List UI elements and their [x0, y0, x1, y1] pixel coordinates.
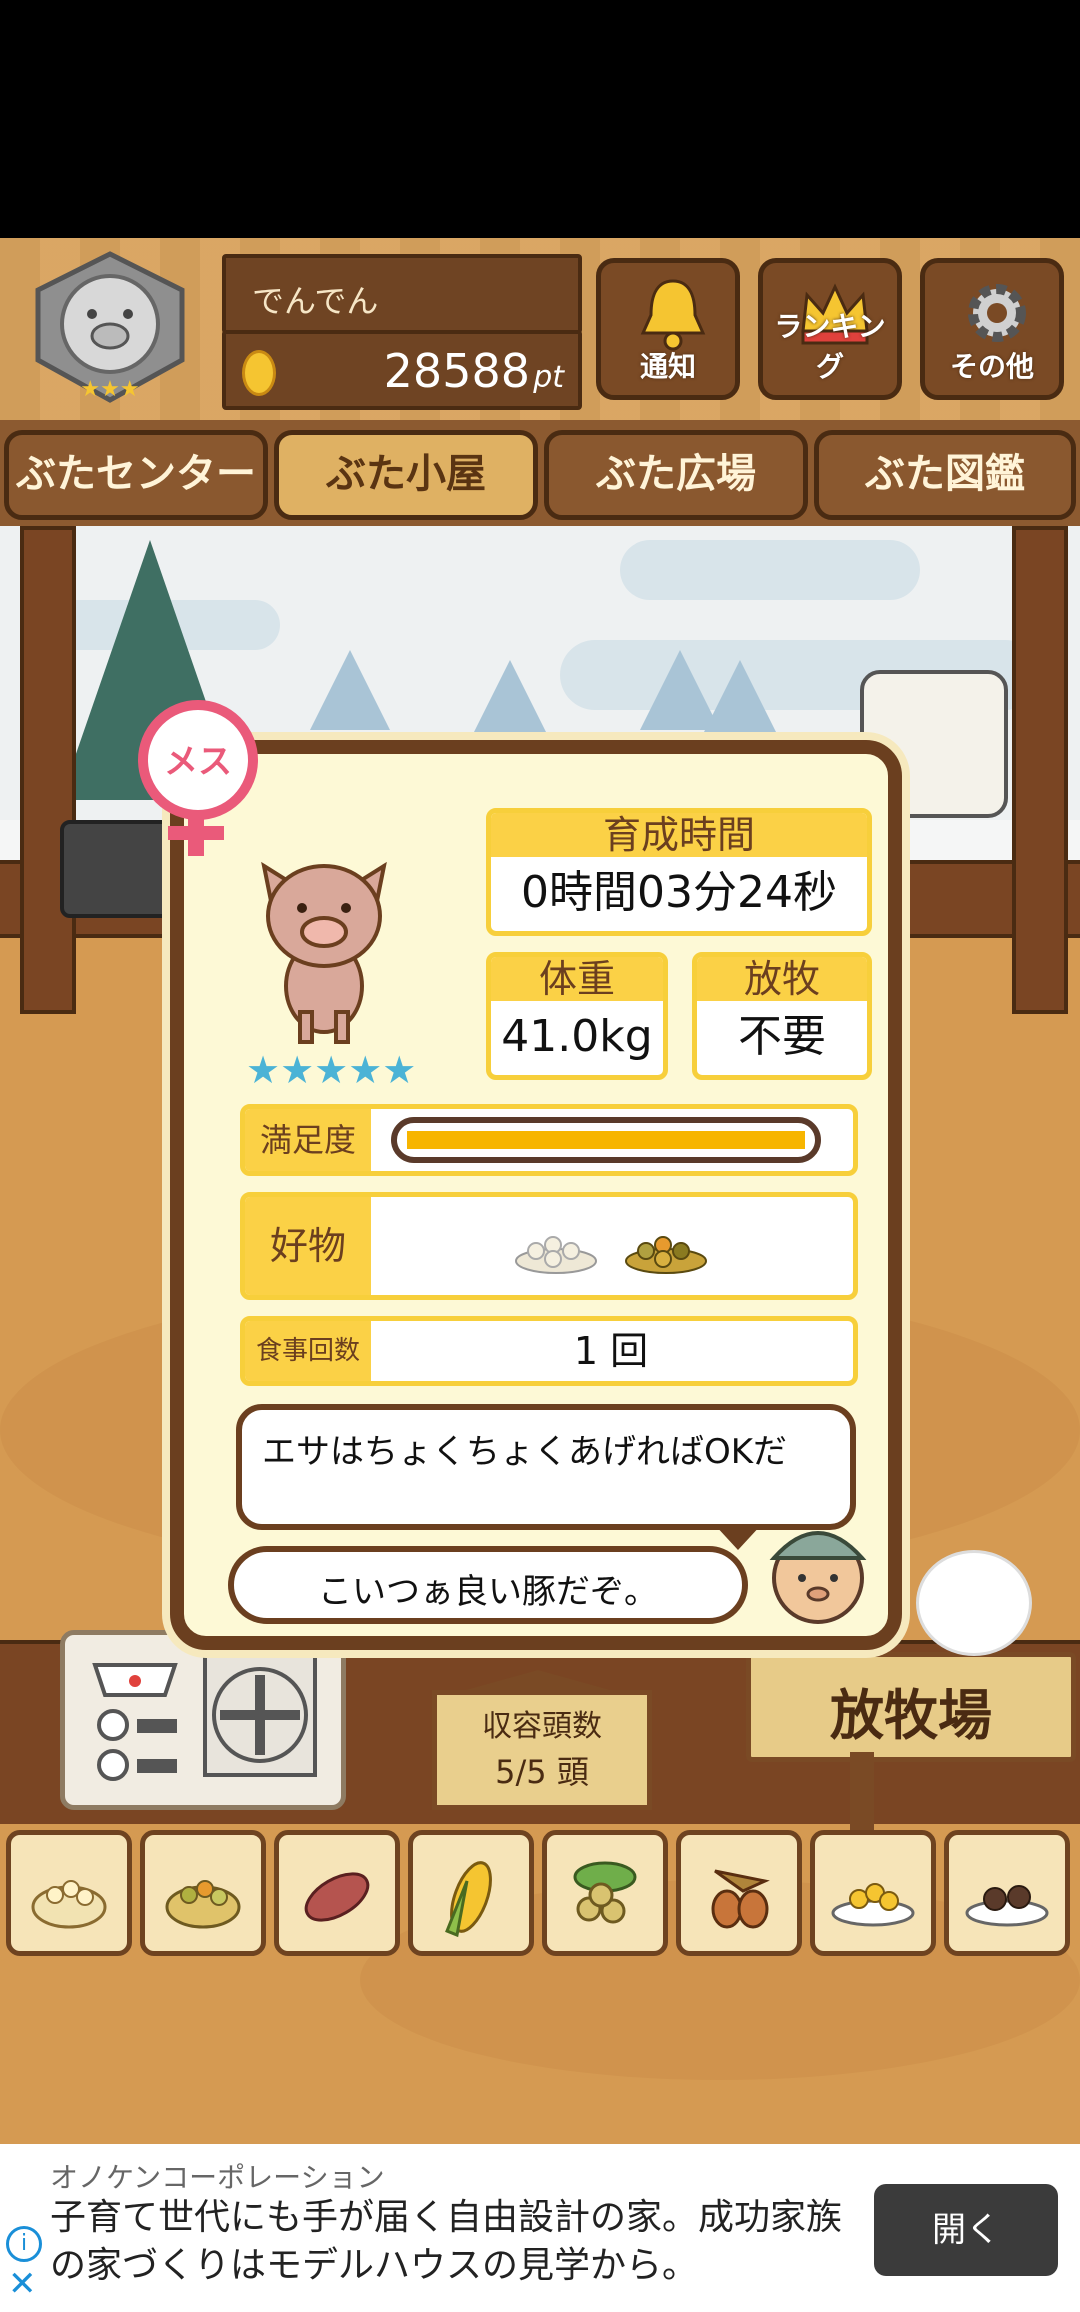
ranking-label: ランキング: [774, 310, 886, 383]
gender-label: メス: [164, 742, 232, 782]
tab-buta-plaza[interactable]: ぶた広場: [544, 430, 808, 520]
satisfaction-row: 満足度: [240, 1104, 858, 1176]
tab-buta-center[interactable]: ぶたセンター: [4, 430, 268, 520]
weight-box: 体重 41.0kg: [486, 952, 668, 1080]
capacity-sign: 収容頭数 5/5 頭: [432, 1690, 652, 1810]
pasture-label: 放牧場: [830, 1684, 992, 1747]
bird-icon: [916, 1550, 1032, 1656]
chestnut-plate-icon: [965, 1885, 1049, 1927]
acorn-icon: [711, 1869, 770, 1929]
weight-value: 41.0kg: [501, 1011, 653, 1062]
food-item-beans[interactable]: [542, 1830, 668, 1956]
star-rating: ★★★★★: [246, 1048, 417, 1092]
svg-text:★★★: ★★★: [80, 377, 139, 402]
gear-icon: [968, 284, 1026, 342]
points-unit: pt: [533, 360, 564, 395]
satisfaction-label: 満足度: [245, 1109, 371, 1171]
coin-icon: [242, 350, 276, 396]
gate-post: [20, 526, 76, 1014]
corn-icon: [445, 1861, 492, 1938]
username-box: でんでん: [222, 254, 582, 334]
growth-time-label: 育成時間: [491, 813, 867, 857]
weight-label: 体重: [491, 957, 663, 1001]
mixed-grain-icon: [165, 1880, 241, 1929]
farmer-comment-bubble: こいつぁ良い豚だぞ。: [228, 1546, 748, 1624]
favorite-label: 好物: [245, 1197, 371, 1295]
tree: [700, 660, 780, 740]
gender-cross: [168, 826, 224, 840]
farmer-comment: こいつぁ良い豚だぞ。: [318, 1572, 658, 1612]
ad-advertiser: オノケンコーポレーション: [50, 2161, 385, 2194]
ad-close-icon[interactable]: ✕: [8, 2264, 37, 2304]
points-value: 28588: [383, 344, 530, 398]
meal-count-row: 食事回数 1 回: [240, 1316, 858, 1386]
rarity-stars: ★★★★★: [246, 1048, 418, 1092]
corn-plate-icon: [831, 1883, 915, 1927]
gate-post: [1012, 526, 1068, 1014]
food-item-acorn[interactable]: [676, 1830, 802, 1956]
grazing-value: 不要: [738, 1011, 826, 1062]
fan-scale-icon: [92, 1653, 317, 1781]
notification-label: 通知: [639, 350, 696, 383]
grazing-box: 放牧 不要: [692, 952, 872, 1080]
tab-buta-barn[interactable]: ぶた小屋: [274, 430, 538, 520]
capacity-label: 収容頭数: [482, 1709, 602, 1744]
status-bar-area: [0, 0, 1080, 238]
pig-icon: [261, 861, 387, 1044]
pasture-sign[interactable]: 放牧場: [746, 1652, 1076, 1762]
grain-pile-icon: [515, 1236, 597, 1274]
meal-count-label: 食事回数: [245, 1321, 371, 1381]
player-badge[interactable]: ★★★: [22, 250, 198, 410]
ad-open-button[interactable]: 開く: [874, 2184, 1058, 2276]
satisfaction-bar-fill: [407, 1131, 805, 1149]
ranking-button[interactable]: ランキング: [758, 258, 902, 400]
settings-button[interactable]: その他: [920, 258, 1064, 400]
growth-time-value: 0時間03分24秒: [521, 867, 837, 918]
bell-icon: [640, 279, 706, 351]
growth-time-box: 育成時間 0時間03分24秒: [486, 808, 872, 936]
tree: [470, 660, 550, 740]
favorite-food-row: 好物: [240, 1192, 858, 1300]
mixed-grain-icon: [625, 1236, 707, 1274]
grain-pile-icon: [31, 1880, 107, 1929]
food-item-grain[interactable]: [6, 1830, 132, 1956]
cloud: [620, 540, 920, 600]
notification-button[interactable]: 通知: [596, 258, 740, 400]
farmer-icon: [769, 1531, 867, 1624]
female-badge: メス: [138, 700, 258, 820]
tree: [310, 650, 390, 730]
food-item-chestnut-plate[interactable]: [944, 1830, 1070, 1956]
ad-message: 子育て世代にも手が届く自由設計の家。成功家族の家づくりはモデルハウスの見学から。: [50, 2197, 843, 2286]
advice-text: エサはちょくちょくあげればOKだ: [262, 1432, 788, 1472]
points-box: 28588 pt: [222, 330, 582, 410]
sign-post: [850, 1752, 874, 1832]
satisfaction-bar: [391, 1117, 821, 1163]
beans-icon: [573, 1861, 637, 1924]
food-item-mixed-grain[interactable]: [140, 1830, 266, 1956]
meal-count-value: 1 回: [573, 1329, 649, 1373]
ad-banner[interactable]: オノケンコーポレーション 子育て世代にも手が届く自由設計の家。成功家族の家づくり…: [0, 2144, 1080, 2312]
bubble-tail: [714, 1524, 762, 1550]
pig-detail-card: ★★★★★ 育成時間 0時間03分24秒 体重 41.0kg 放牧 不要 満足度…: [170, 740, 902, 1650]
pig-badge-icon: ★★★: [35, 251, 185, 403]
username: でんでん: [252, 282, 379, 320]
food-item-corn[interactable]: [408, 1830, 534, 1956]
ad-info-icon[interactable]: i: [6, 2226, 42, 2262]
sweet-potato-icon: [304, 1872, 370, 1922]
grazing-label: 放牧: [697, 957, 867, 1001]
tab-buta-encyclopedia[interactable]: ぶた図鑑: [814, 430, 1076, 520]
camera-icon[interactable]: [60, 820, 178, 918]
capacity-value: 5/5 頭: [495, 1753, 589, 1791]
settings-label: その他: [949, 350, 1034, 383]
scale-machine[interactable]: [60, 1630, 346, 1810]
food-item-corn-plate[interactable]: [810, 1830, 936, 1956]
food-item-sweet-potato[interactable]: [274, 1830, 400, 1956]
